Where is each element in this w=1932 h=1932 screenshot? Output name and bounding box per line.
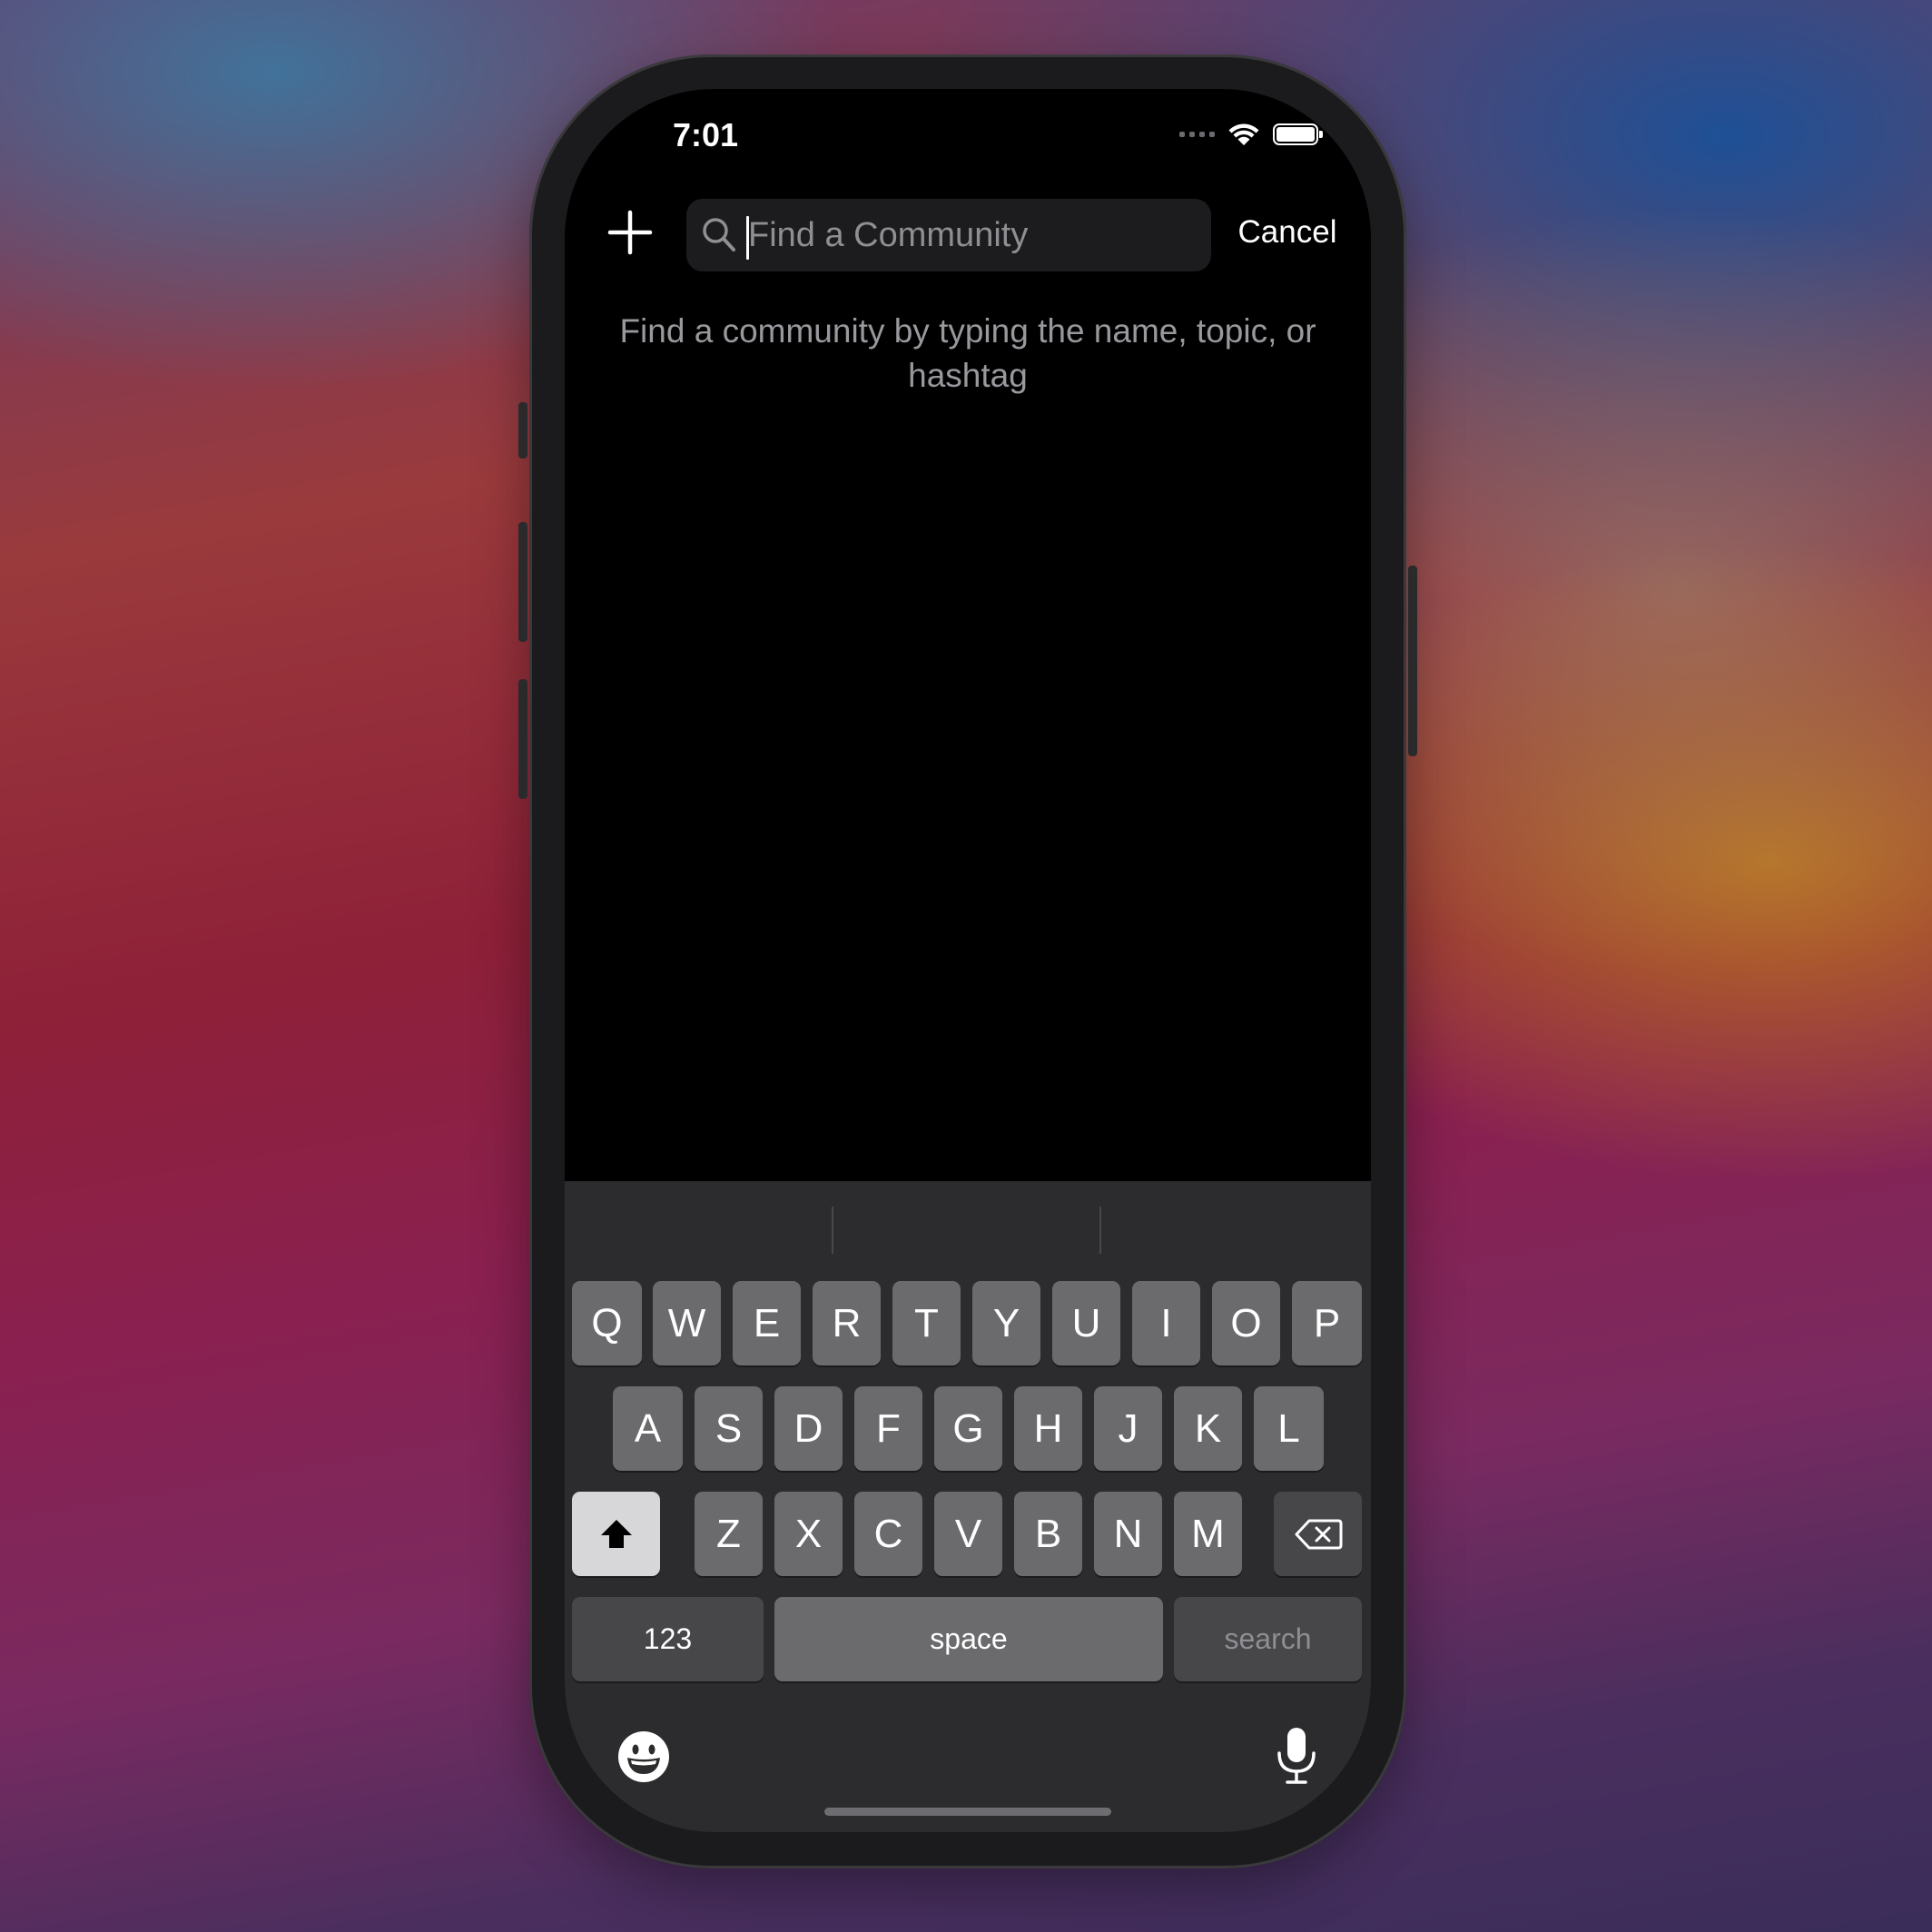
key-r[interactable]: R [813,1281,881,1365]
emoji-button[interactable] [616,1729,672,1785]
microphone-icon [1277,1728,1316,1784]
cancel-button[interactable]: Cancel [1224,214,1351,251]
add-community-button[interactable] [603,205,657,260]
emoji-icon [618,1731,669,1782]
home-indicator[interactable] [824,1808,1111,1816]
key-s[interactable]: S [695,1386,763,1471]
key-f[interactable]: F [854,1386,922,1471]
search-icon [703,218,735,251]
key-u[interactable]: U [1052,1281,1120,1365]
keyboard: Q W E R T Y U I O P A S D F G H J K L Z … [565,1181,1371,1832]
power-button [1408,566,1417,756]
key-k[interactable]: K [1174,1386,1242,1471]
key-n[interactable]: N [1094,1492,1162,1576]
key-b[interactable]: B [1014,1492,1082,1576]
suggestion-divider [832,1207,833,1254]
key-i[interactable]: I [1132,1281,1200,1365]
phone-screen: 7:01 Cancel Find a community by typing t… [565,89,1371,1832]
key-v[interactable]: V [934,1492,1002,1576]
battery-icon [1273,123,1323,145]
key-d[interactable]: D [774,1386,843,1471]
space-key[interactable]: space [774,1597,1163,1681]
plus-icon [607,210,653,255]
search-key[interactable]: search [1174,1597,1362,1681]
search-input[interactable] [748,199,1184,271]
key-p[interactable]: P [1292,1281,1362,1365]
key-a[interactable]: A [613,1386,683,1471]
status-time: 7:01 [672,116,739,153]
dictation-button[interactable] [1275,1726,1318,1786]
status-icons [1179,122,1323,147]
key-j[interactable]: J [1094,1386,1162,1471]
key-g[interactable]: G [934,1386,1002,1471]
delete-key[interactable] [1274,1492,1362,1576]
wifi-icon [1228,123,1259,145]
key-w[interactable]: W [653,1281,721,1365]
key-e[interactable]: E [733,1281,801,1365]
key-x[interactable]: X [774,1492,843,1576]
volume-down-button [518,679,527,799]
key-l[interactable]: L [1254,1386,1324,1471]
key-c[interactable]: C [854,1492,922,1576]
key-q[interactable]: Q [572,1281,642,1365]
backspace-icon [1295,1519,1342,1549]
shift-icon [600,1519,632,1548]
suggestion-divider [1099,1207,1101,1254]
key-h[interactable]: H [1014,1386,1082,1471]
cellular-signal-icon [1179,132,1215,137]
key-m[interactable]: M [1174,1492,1242,1576]
search-hint: Find a community by typing the name, top… [619,312,1316,394]
key-o[interactable]: O [1212,1281,1280,1365]
key-t[interactable]: T [892,1281,961,1365]
search-field[interactable] [686,199,1211,271]
key-z[interactable]: Z [695,1492,763,1576]
volume-up-button [518,522,527,642]
numbers-key[interactable]: 123 [572,1597,764,1681]
key-y[interactable]: Y [972,1281,1040,1365]
shift-key[interactable] [572,1492,660,1576]
mute-switch [518,402,527,458]
